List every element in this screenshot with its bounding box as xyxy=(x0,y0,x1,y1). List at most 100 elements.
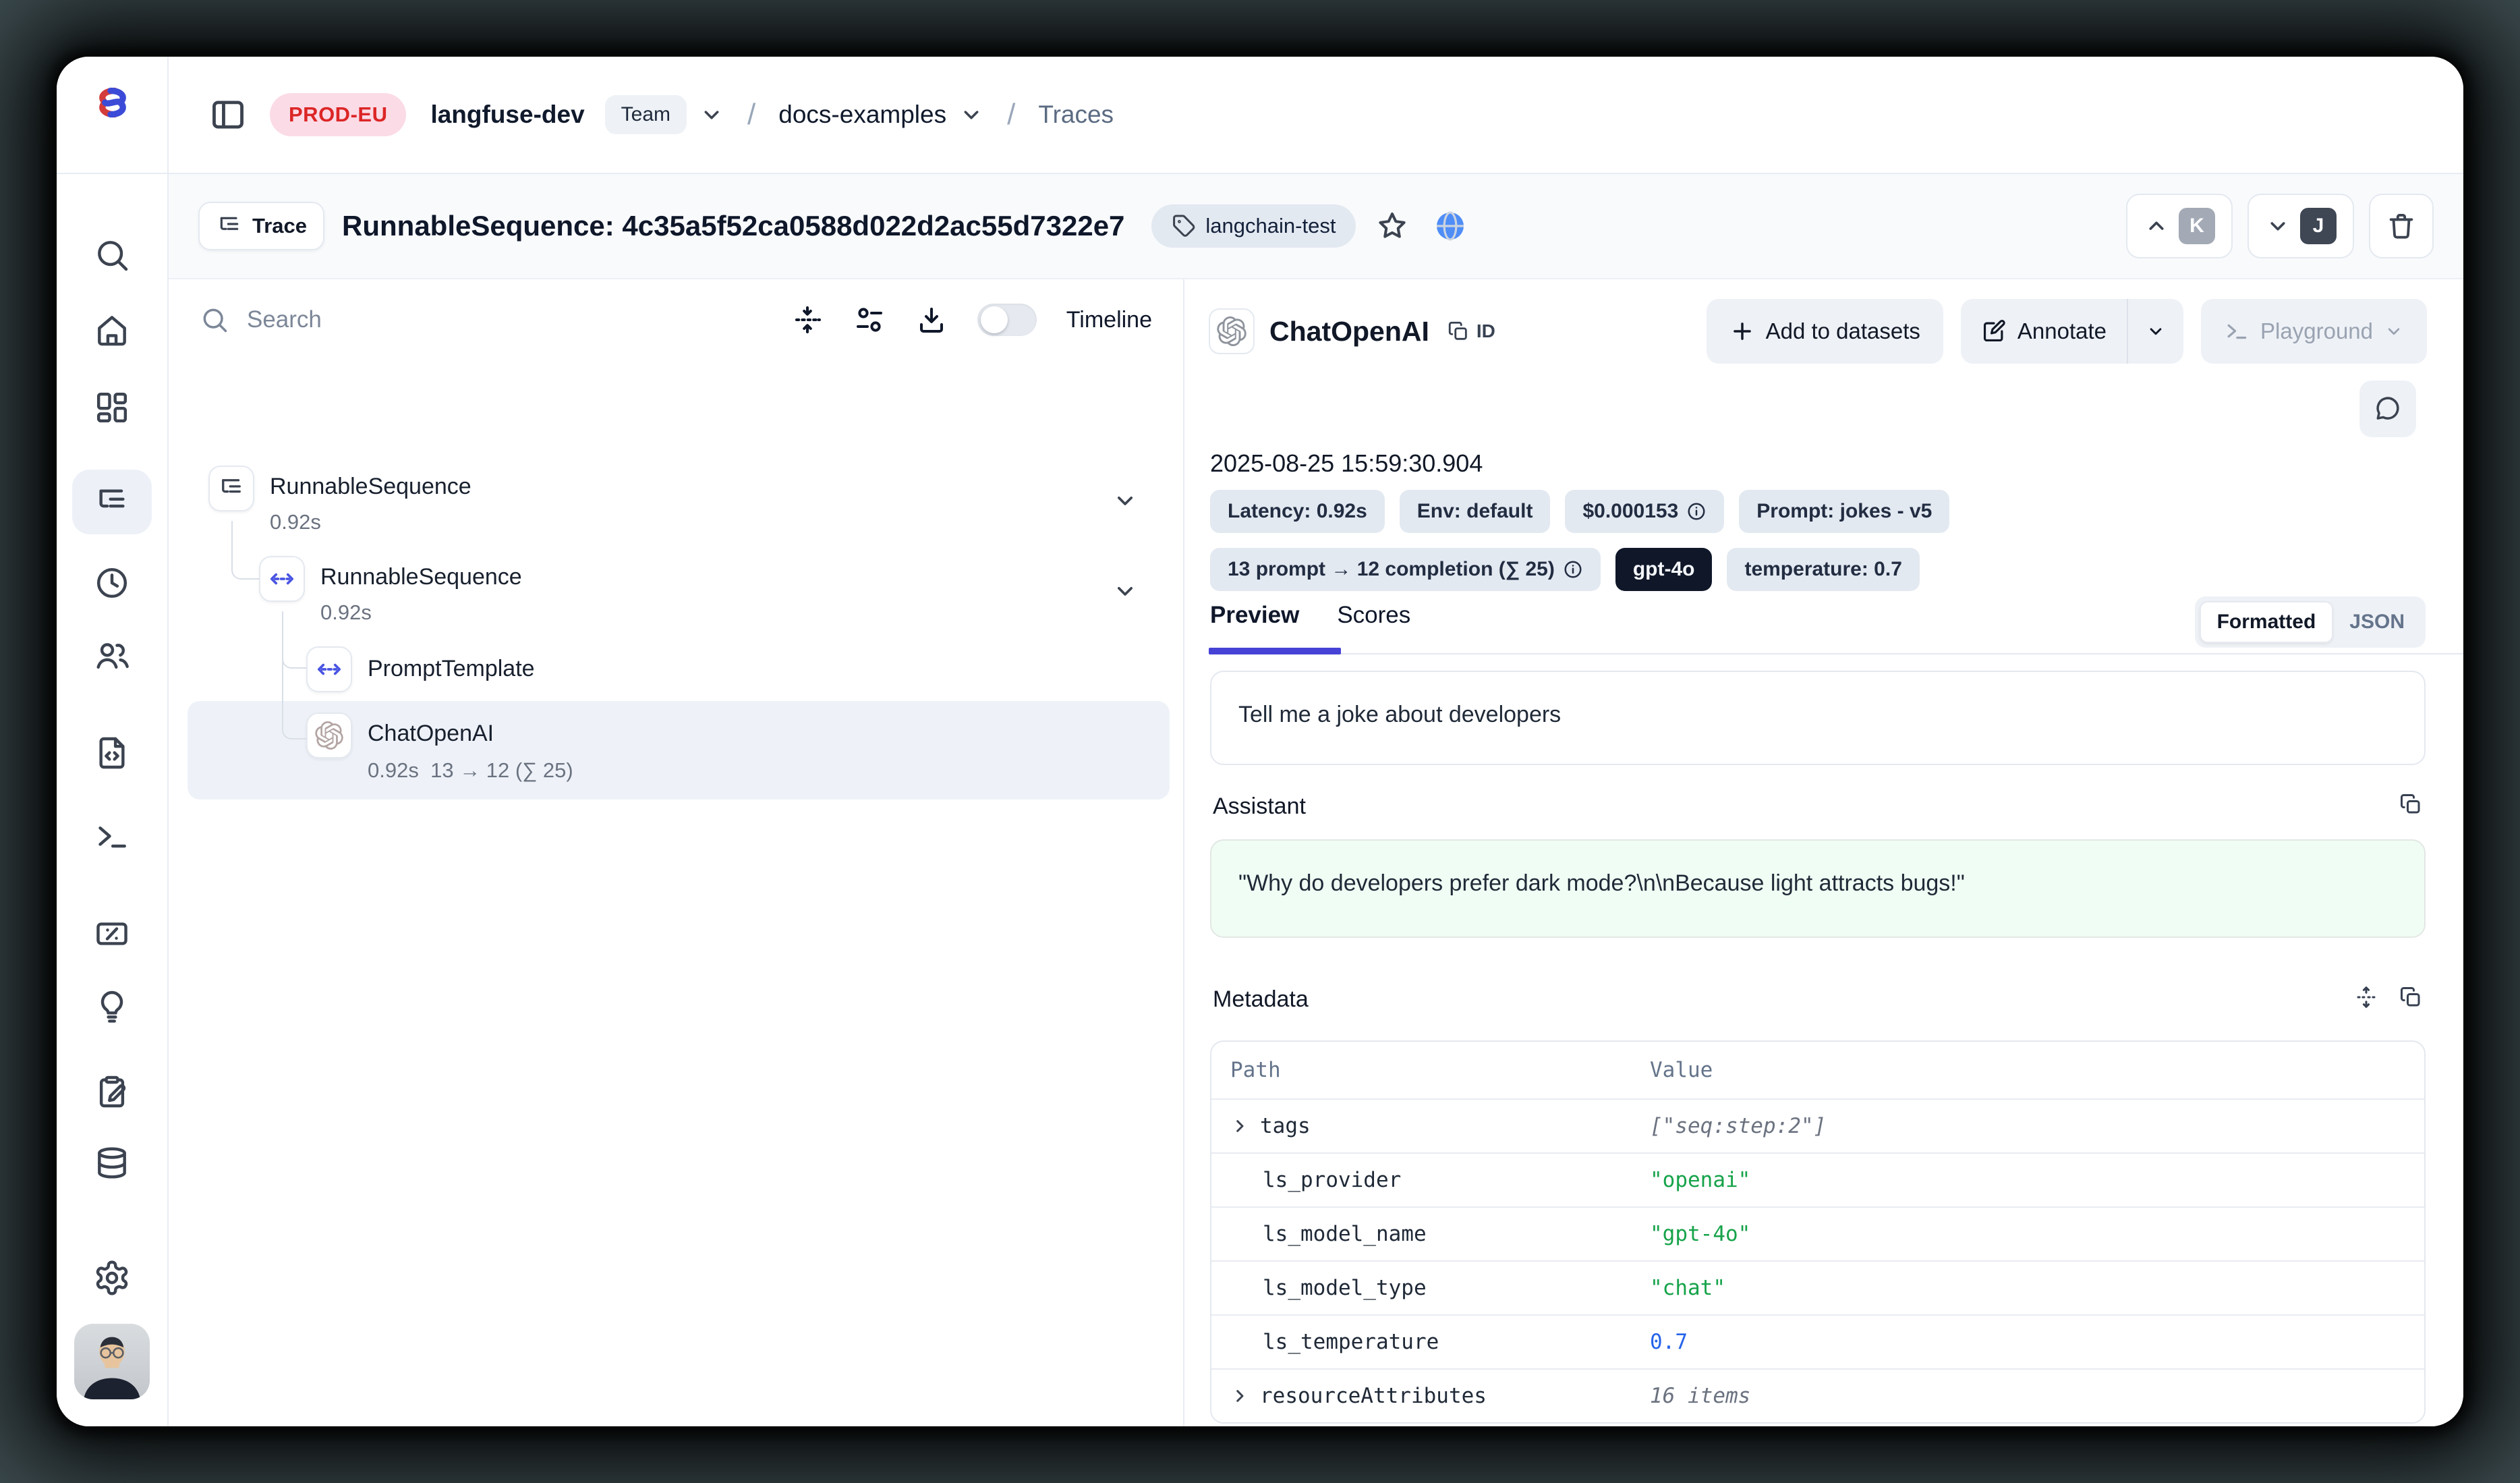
playground-terminal-icon[interactable] xyxy=(72,804,152,869)
expand-vertical-icon[interactable] xyxy=(2354,985,2378,1009)
langfuse-logo-icon[interactable] xyxy=(90,85,135,120)
annotate-button[interactable]: Annotate xyxy=(1961,299,2127,364)
tree-node-name[interactable]: PromptTemplate xyxy=(368,656,535,682)
chevron-down-icon xyxy=(2384,321,2404,341)
square-pen-icon xyxy=(1981,318,2007,344)
delete-trace-button[interactable] xyxy=(2369,194,2434,258)
search-icon[interactable] xyxy=(72,223,152,287)
dashboard-icon[interactable] xyxy=(72,375,152,440)
duration: 0.92s xyxy=(368,758,419,782)
prompts-file-code-icon[interactable] xyxy=(72,721,152,785)
env-badge: Env: default xyxy=(1400,490,1551,533)
app-window: PROD-EU langfuse-dev Team / docs-example… xyxy=(57,57,2463,1426)
sidebar-item-tracing[interactable] xyxy=(72,470,152,534)
datasets-database-icon[interactable] xyxy=(72,1131,152,1196)
observation-detail-panel: ChatOpenAI ID Add to datasets Annotate xyxy=(1186,279,2463,1426)
token-usage-badge[interactable]: 13 prompt → 12 completion (∑ 25) xyxy=(1210,548,1601,591)
chevron-down-icon[interactable] xyxy=(1112,487,1139,514)
breadcrumb-page[interactable]: Traces xyxy=(1038,101,1114,129)
chevron-down-icon[interactable] xyxy=(1112,578,1139,605)
divider xyxy=(1209,653,2463,654)
trace-type-badge: Trace xyxy=(198,202,324,250)
chevron-right-icon[interactable] xyxy=(1229,1115,1251,1137)
trace-type-label: Trace xyxy=(252,214,307,238)
metadata-section-label: Metadata xyxy=(1213,986,1309,1013)
tree-settings-sliders-icon[interactable] xyxy=(853,304,886,336)
add-to-datasets-button[interactable]: Add to datasets xyxy=(1707,299,1943,364)
metadata-key: tags xyxy=(1260,1114,1311,1138)
search-icon xyxy=(200,305,229,335)
next-trace-button[interactable]: J xyxy=(2247,194,2354,258)
settings-gear-icon[interactable] xyxy=(72,1246,152,1310)
model-badge[interactable]: gpt-4o xyxy=(1615,548,1713,591)
users-icon[interactable] xyxy=(72,623,152,688)
evaluation-percent-icon[interactable] xyxy=(72,901,152,966)
column-path: Path xyxy=(1211,1058,1650,1082)
collapse-all-icon[interactable] xyxy=(791,304,824,336)
sessions-clock-icon[interactable] xyxy=(72,551,152,615)
tree-node-name[interactable]: RunnableSequence xyxy=(270,474,471,500)
annotate-dropdown-chevron-icon[interactable] xyxy=(2128,299,2183,364)
bookmark-star-icon[interactable] xyxy=(1371,204,1414,248)
span-type-icon xyxy=(306,646,352,692)
format-option-formatted[interactable]: Formatted xyxy=(2200,601,2334,643)
breadcrumb-separator: / xyxy=(1004,98,1018,132)
metadata-row[interactable]: resourceAttributes 16 items xyxy=(1211,1368,2424,1422)
tree-search-input[interactable] xyxy=(247,306,774,333)
metadata-row: ls_temperature 0.7 xyxy=(1211,1314,2424,1368)
trace-tag-label: langchain-test xyxy=(1205,214,1336,238)
observation-title: ChatOpenAI xyxy=(1269,316,1429,347)
metadata-row[interactable]: tags ["seq:step:2"] xyxy=(1211,1098,2424,1152)
sidebar-toggle-icon[interactable] xyxy=(206,93,250,136)
toggle-knob xyxy=(981,306,1008,333)
public-globe-icon[interactable] xyxy=(1429,204,1472,248)
id-label: ID xyxy=(1477,320,1495,342)
trace-title: RunnableSequence: 4c35a5f52ca0588d022d2a… xyxy=(342,210,1124,242)
trash-icon xyxy=(2386,211,2417,242)
assistant-message-card: "Why do developers prefer dark mode?\n\n… xyxy=(1210,839,2426,938)
insights-lightbulb-icon[interactable] xyxy=(72,974,152,1039)
metadata-key: ls_model_name xyxy=(1211,1222,1650,1246)
breadcrumb-org[interactable]: langfuse-dev xyxy=(430,101,584,129)
breadcrumb-project[interactable]: docs-examples xyxy=(778,101,946,129)
trace-tag-chip[interactable]: langchain-test xyxy=(1151,204,1356,248)
chevron-up-icon xyxy=(2144,213,2169,239)
tab-scores[interactable]: Scores xyxy=(1337,602,1410,646)
format-option-json[interactable]: JSON xyxy=(2333,603,2421,642)
tree-node-name[interactable]: RunnableSequence xyxy=(320,564,522,590)
prompt-badge[interactable]: Prompt: jokes - v5 xyxy=(1739,490,1949,533)
tree-node-name[interactable]: ChatOpenAI xyxy=(368,721,494,747)
download-icon[interactable] xyxy=(915,304,948,336)
latency-label: Latency: 0.92s xyxy=(1228,500,1367,523)
cost-badge[interactable]: $0.000153 xyxy=(1565,490,1724,533)
tree-toolbar: Timeline xyxy=(169,279,1183,360)
timeline-toggle[interactable] xyxy=(977,304,1037,336)
annotate-split-button: Annotate xyxy=(1961,299,2183,364)
copy-id-button[interactable]: ID xyxy=(1447,320,1495,343)
previous-trace-button[interactable]: K xyxy=(2126,194,2233,258)
info-icon xyxy=(1563,559,1583,580)
copy-icon[interactable] xyxy=(2399,985,2423,1009)
playground-button[interactable]: Playground xyxy=(2201,299,2427,364)
project-switcher-chevron-down-icon[interactable] xyxy=(958,102,984,128)
token-usage: 13 → 12 (∑ 25) xyxy=(430,758,573,782)
tab-preview[interactable]: Preview xyxy=(1210,602,1299,646)
org-switcher-chevron-down-icon[interactable] xyxy=(699,102,724,128)
home-icon[interactable] xyxy=(72,298,152,363)
metadata-row: ls_model_type "chat" xyxy=(1211,1260,2424,1314)
comments-button[interactable] xyxy=(2359,381,2416,437)
metadata-row: ls_provider "openai" xyxy=(1211,1152,2424,1206)
tree-node-duration: 0.92s 13 → 12 (∑ 25) xyxy=(368,758,573,783)
playground-label: Playground xyxy=(2260,318,2373,344)
environment-badge[interactable]: PROD-EU xyxy=(270,93,406,136)
copy-icon[interactable] xyxy=(2399,792,2423,816)
prompt-label: Prompt: jokes - v5 xyxy=(1756,500,1932,523)
chevron-down-icon xyxy=(2265,213,2291,239)
avatar[interactable] xyxy=(74,1324,150,1399)
model-label: gpt-4o xyxy=(1633,558,1695,581)
input-message-card: Tell me a joke about developers xyxy=(1210,671,2426,765)
chevron-right-icon[interactable] xyxy=(1229,1385,1251,1407)
annotation-clipboard-pen-icon[interactable] xyxy=(72,1059,152,1124)
shortcut-key-k: K xyxy=(2179,208,2215,244)
sidebar xyxy=(57,57,169,1426)
